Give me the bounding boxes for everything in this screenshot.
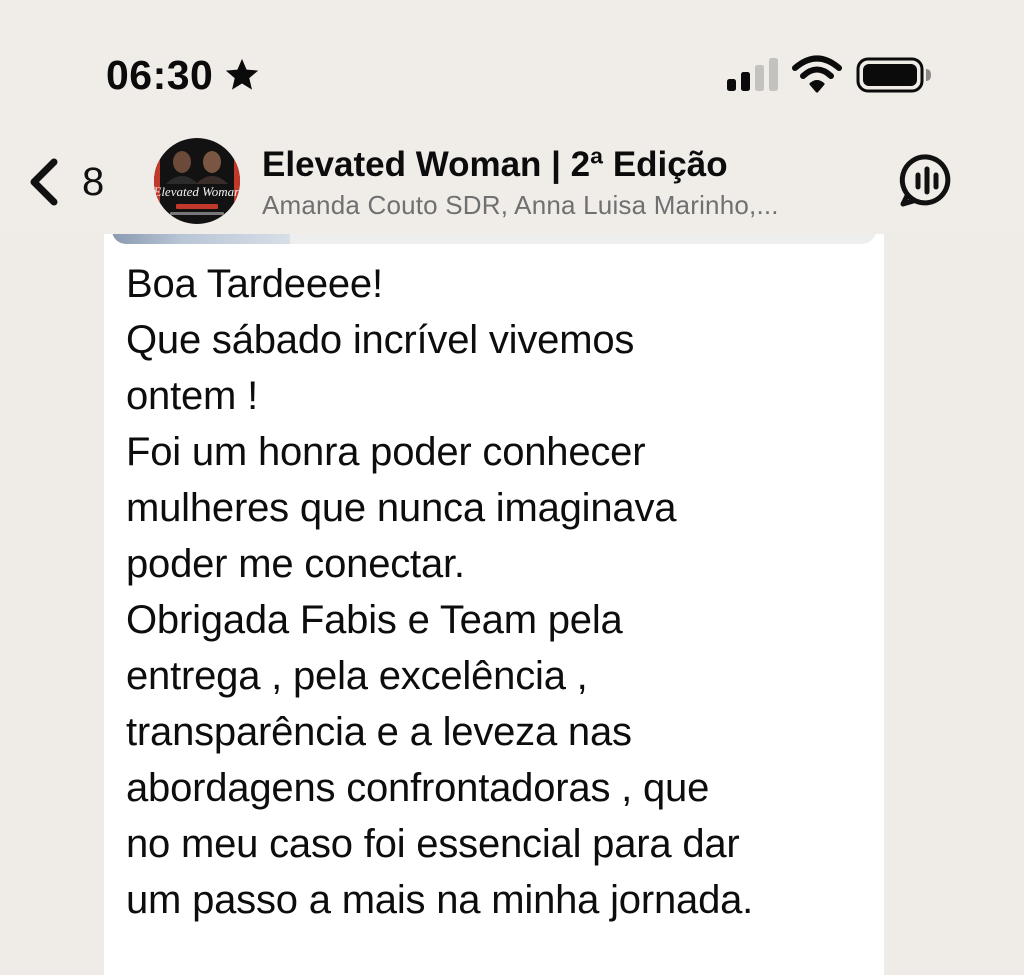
message-line: mulheres que nunca imaginava	[126, 486, 677, 530]
chat-body[interactable]: Boa Tardeeee! Que sábado incrível vivemos…	[0, 234, 1024, 975]
chat-title-group[interactable]: Elevated Woman | 2ª Edição Amanda Couto …	[262, 144, 872, 222]
message-line: transparência e a leveza nas	[126, 710, 632, 754]
message-line: abordagens confrontadoras , que	[126, 766, 710, 810]
unread-count: 8	[82, 160, 105, 204]
cellular-signal-icon	[727, 58, 778, 91]
avatar-logo-text: Elevated Woman	[154, 184, 240, 199]
back-button[interactable]: 8	[26, 152, 104, 212]
message-text: Boa Tardeeee! Que sábado incrível vivemos…	[126, 256, 866, 928]
chat-participants: Amanda Couto SDR, Anna Luisa Marinho,...	[262, 190, 779, 220]
quoted-thumbnail	[112, 234, 290, 244]
message-line: Boa Tardeeee!	[126, 262, 383, 306]
message-line: entrega , pela excelência ,	[126, 654, 588, 698]
star-icon	[226, 58, 259, 90]
voice-chat-icon[interactable]	[898, 152, 956, 210]
chat-title: Elevated Woman | 2ª Edição	[262, 145, 728, 184]
message-bubble[interactable]: Boa Tardeeee! Que sábado incrível vivemos…	[104, 234, 884, 975]
message-line: ontem !	[126, 374, 258, 418]
message-line: Foi um honra poder conhecer	[126, 430, 646, 474]
wifi-icon	[792, 55, 842, 93]
quoted-message-preview[interactable]	[112, 234, 876, 244]
status-time: 06:30	[106, 52, 214, 98]
chat-header: 8 Elevated Woman Elevated Woman | 2ª Edi…	[0, 130, 1024, 234]
chevron-left-icon	[30, 158, 58, 206]
message-line: um passo a mais na minha jornada.	[126, 878, 754, 922]
battery-icon	[856, 57, 931, 93]
group-avatar[interactable]: Elevated Woman	[154, 138, 240, 224]
time-group: 06:30	[106, 52, 261, 98]
group-avatar-image: Elevated Woman	[154, 138, 240, 224]
message-line: Obrigada Fabis e Team pela	[126, 598, 623, 642]
message-line: no meu caso foi essencial para dar	[126, 822, 740, 866]
message-line: poder me conectar.	[126, 542, 465, 586]
message-line: Que sábado incrível vivemos	[126, 318, 635, 362]
status-bar: 06:30	[0, 0, 1024, 130]
